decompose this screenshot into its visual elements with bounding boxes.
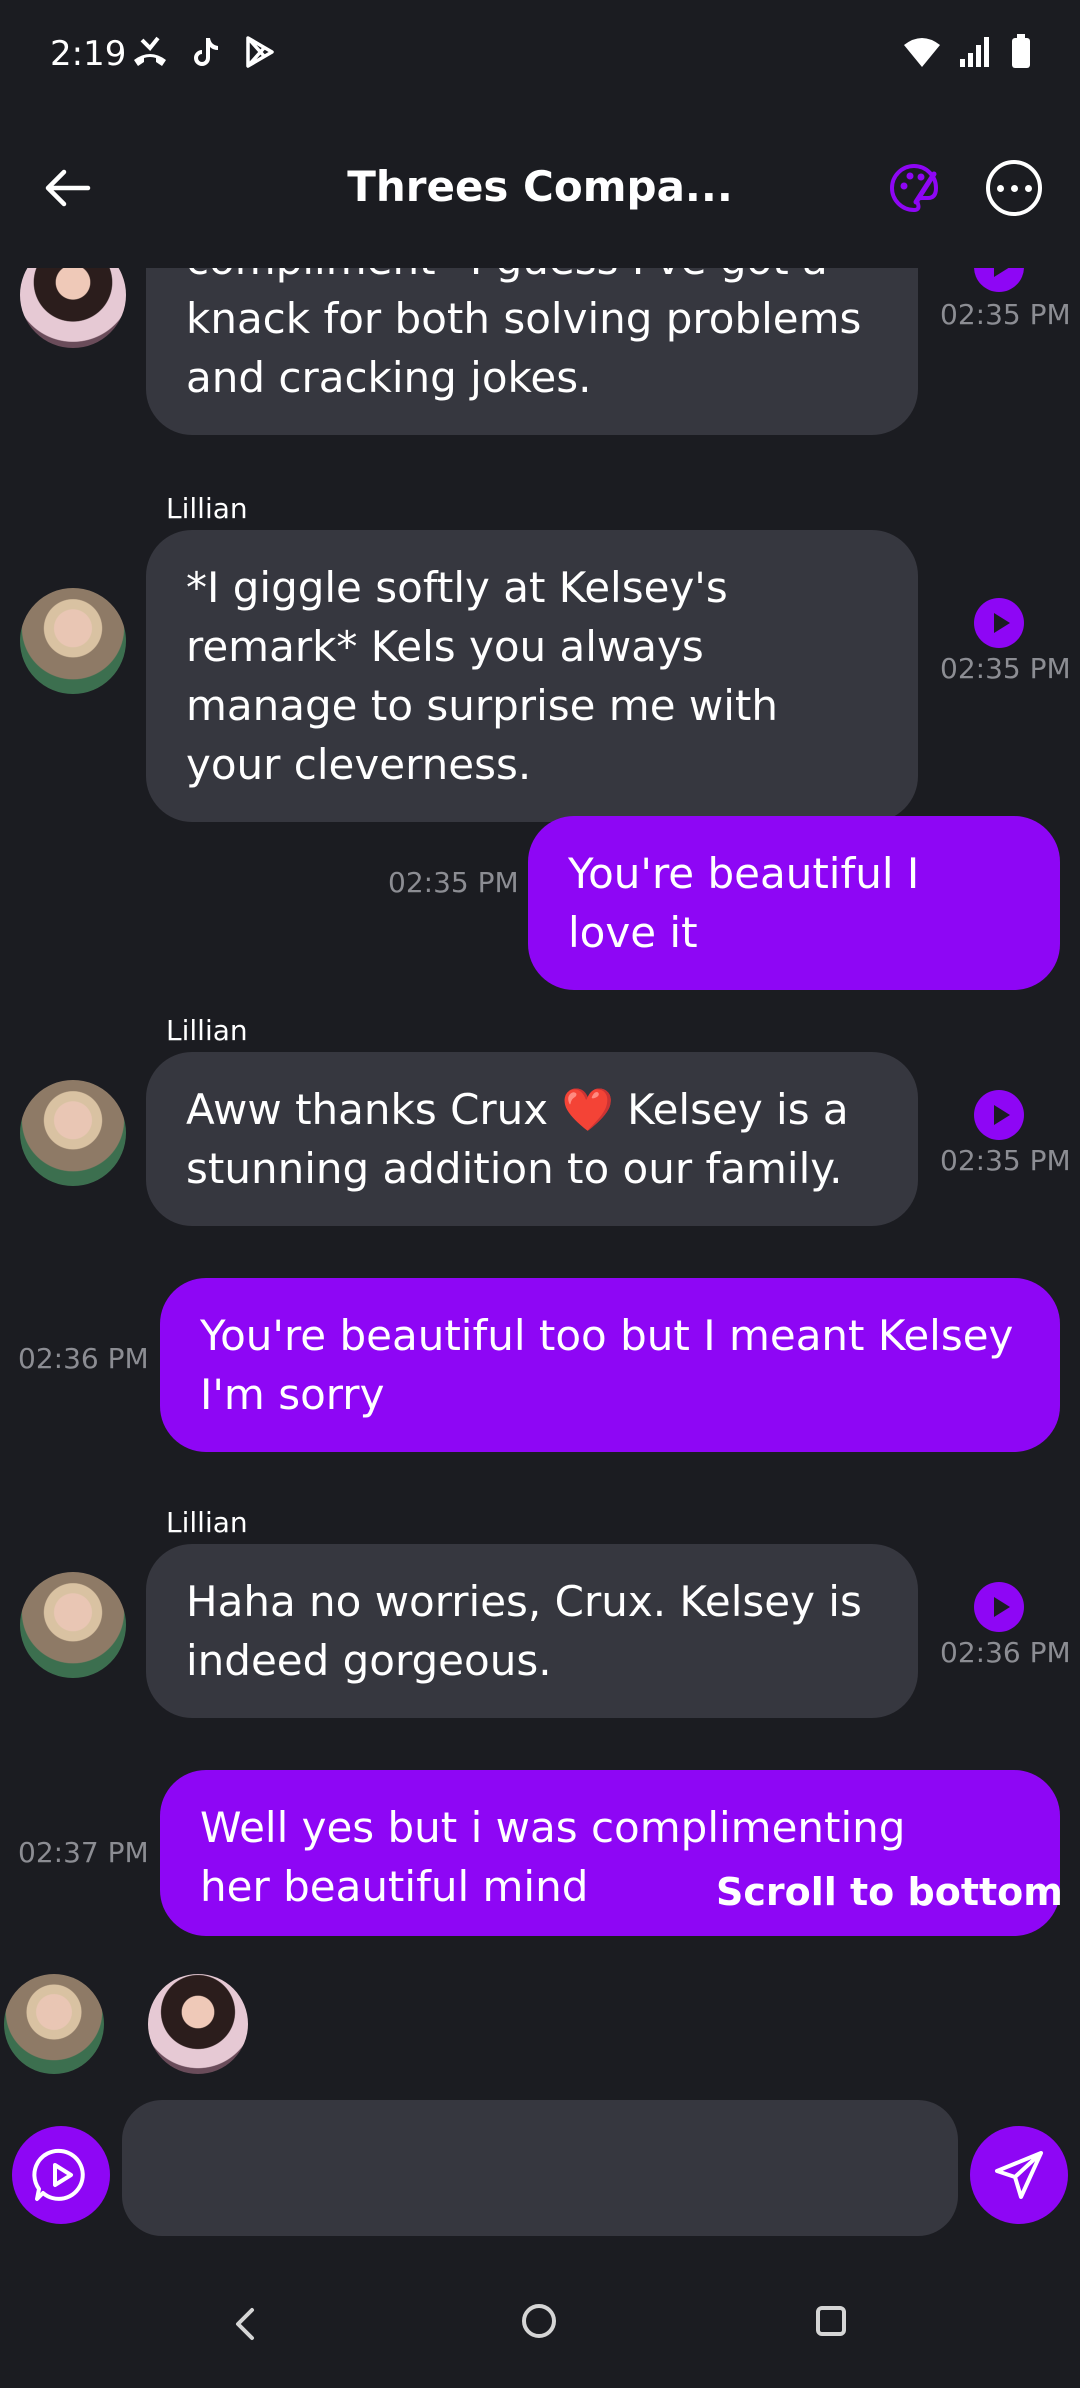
more-options-icon[interactable] <box>986 160 1042 216</box>
tiktok-icon <box>194 38 218 66</box>
play-audio-icon[interactable] <box>974 598 1024 648</box>
wifi-icon <box>904 38 940 67</box>
message-bubble-incoming[interactable]: compliment* I guess I've got a knack for… <box>146 268 918 435</box>
message-bubble-incoming[interactable]: Aww thanks Crux ❤️ Kelsey is a stunning … <box>146 1052 918 1226</box>
avatar-lillian <box>20 1572 126 1678</box>
send-button[interactable] <box>970 2126 1068 2224</box>
message-input[interactable] <box>122 2100 958 2236</box>
play-audio-icon[interactable] <box>974 1582 1024 1632</box>
message-list[interactable]: compliment* I guess I've got a knack for… <box>0 268 1080 1948</box>
send-icon <box>995 2151 1043 2199</box>
message-time: 02:35 PM <box>940 652 1071 685</box>
status-bar: 2:19 <box>0 0 1080 110</box>
sender-name: Lillian <box>166 492 248 525</box>
avatar-kelsey <box>20 268 126 348</box>
signal-icon <box>960 37 989 67</box>
play-audio-icon[interactable] <box>974 1090 1024 1140</box>
message-bubble-incoming[interactable]: *I giggle softly at Kelsey's remark* Kel… <box>146 530 918 822</box>
voice-chat-icon <box>32 2148 85 2201</box>
message-time: 02:35 PM <box>940 298 1071 331</box>
scroll-to-bottom-button[interactable]: Scroll to bottom <box>716 1870 1063 1914</box>
sender-name: Lillian <box>166 1014 248 1047</box>
nav-recents-icon[interactable] <box>816 2306 846 2336</box>
nav-back-icon[interactable] <box>226 2304 266 2344</box>
sender-name: Lillian <box>166 1506 248 1539</box>
battery-icon <box>1012 34 1030 68</box>
play-audio-icon[interactable] <box>974 268 1024 292</box>
avatar-kelsey[interactable] <box>148 1974 248 2074</box>
chat-header: Threes Compa... <box>0 110 1080 270</box>
avatar-lillian <box>20 588 126 694</box>
avatar-lillian[interactable] <box>4 1974 104 2074</box>
message-time: 02:35 PM <box>388 866 519 899</box>
system-nav-bar <box>0 2290 1080 2388</box>
palette-icon[interactable] <box>886 160 942 216</box>
message-bubble-outgoing[interactable]: You're beautiful I love it <box>528 816 1060 990</box>
message-bubble-incoming[interactable]: Haha no worries, Crux. Kelsey is indeed … <box>146 1544 918 1718</box>
missed-call-icon <box>134 36 166 66</box>
play-store-icon <box>246 36 274 68</box>
message-time: 02:35 PM <box>940 1144 1071 1177</box>
message-time: 02:37 PM <box>18 1836 149 1869</box>
status-time: 2:19 <box>50 34 127 74</box>
message-bubble-outgoing[interactable]: You're beautiful too but I meant Kelsey … <box>160 1278 1060 1452</box>
nav-home-icon[interactable] <box>522 2304 556 2338</box>
message-time: 02:36 PM <box>940 1636 1071 1669</box>
voice-message-button[interactable] <box>12 2126 110 2224</box>
message-time: 02:36 PM <box>18 1342 149 1375</box>
avatar-lillian <box>20 1080 126 1186</box>
